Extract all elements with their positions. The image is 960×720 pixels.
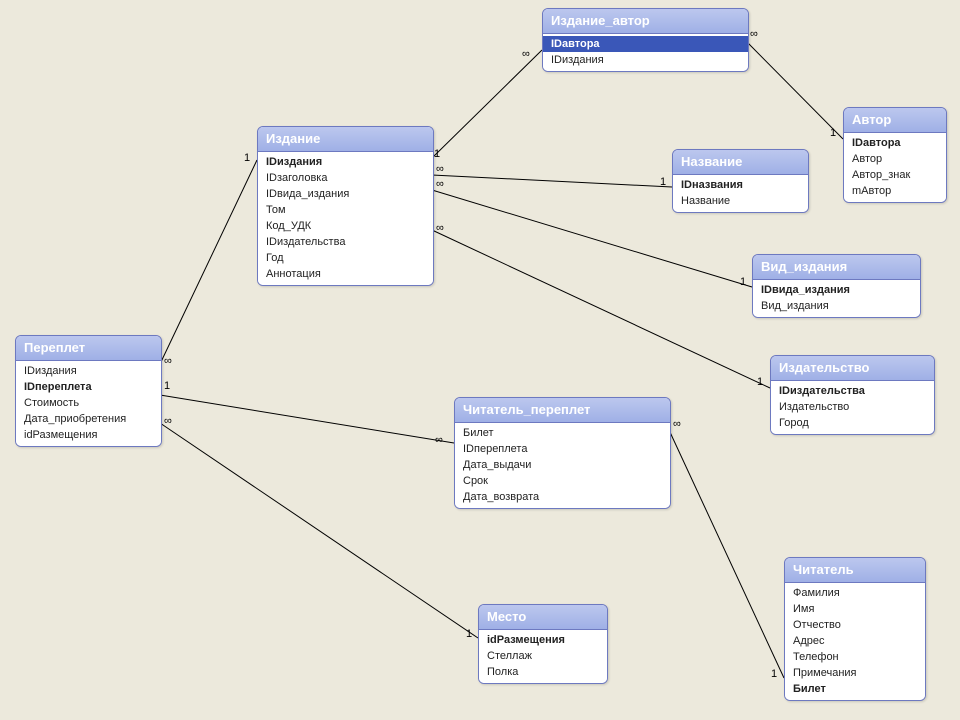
field[interactable]: IDавтора xyxy=(844,135,946,151)
field[interactable]: IDпереплета xyxy=(16,379,161,395)
field[interactable]: Билет xyxy=(455,425,670,441)
table-izdanie[interactable]: ИзданиеIDизданияIDзаголовкаIDвида_издани… xyxy=(257,126,434,286)
table-header[interactable]: Место xyxy=(479,605,607,630)
table-body: IDизданияIDпереплетаСтоимостьДата_приобр… xyxy=(16,361,161,446)
table-izdanie_avtor[interactable]: Издание_авторIDавтораIDиздания xyxy=(542,8,749,72)
cardinality-label: ∞ xyxy=(436,178,444,190)
table-chitatel[interactable]: ЧитательФамилияИмяОтчествоАдресТелефонПр… xyxy=(784,557,926,701)
table-body: ФамилияИмяОтчествоАдресТелефонПримечания… xyxy=(785,583,925,700)
table-header[interactable]: Название xyxy=(673,150,808,175)
cardinality-label: 1 xyxy=(740,276,746,288)
field[interactable]: Адрес xyxy=(785,633,925,649)
field[interactable]: IDиздания xyxy=(16,363,161,379)
field[interactable]: IDиздательства xyxy=(258,234,433,250)
field[interactable]: Город xyxy=(771,415,934,431)
field[interactable]: Год xyxy=(258,250,433,266)
cardinality-label: ∞ xyxy=(673,418,681,430)
table-header[interactable]: Переплет xyxy=(16,336,161,361)
field[interactable]: Телефон xyxy=(785,649,925,665)
field[interactable]: Аннотация xyxy=(258,266,433,282)
field[interactable]: Стоимость xyxy=(16,395,161,411)
table-vid_izdania[interactable]: Вид_изданияIDвида_изданияВид_издания xyxy=(752,254,921,318)
cardinality-label: 1 xyxy=(771,668,777,680)
field[interactable]: IDвида_издания xyxy=(753,282,920,298)
field[interactable]: Билет xyxy=(785,681,925,697)
table-izdatelstvo[interactable]: ИздательствоIDиздательстваИздательствоГо… xyxy=(770,355,935,435)
field[interactable]: mАвтор xyxy=(844,183,946,199)
field[interactable]: Автор_знак xyxy=(844,167,946,183)
field[interactable]: idРазмещения xyxy=(479,632,607,648)
cardinality-label: ∞ xyxy=(435,434,443,446)
cardinality-label: 1 xyxy=(434,148,440,160)
cardinality-label: ∞ xyxy=(750,28,758,40)
cardinality-label: ∞ xyxy=(522,48,530,60)
cardinality-label: ∞ xyxy=(164,355,172,367)
table-body: БилетIDпереплетаДата_выдачиСрокДата_возв… xyxy=(455,423,670,508)
cardinality-label: 1 xyxy=(164,380,170,392)
table-header[interactable]: Издание xyxy=(258,127,433,152)
table-body: IDавтораIDиздания xyxy=(543,34,748,71)
table-body: IDавтораАвторАвтор_знакmАвтор xyxy=(844,133,946,202)
cardinality-label: ∞ xyxy=(436,163,444,175)
field[interactable]: Имя xyxy=(785,601,925,617)
field[interactable]: Дата_возврата xyxy=(455,489,670,505)
cardinality-label: 1 xyxy=(830,127,836,139)
field[interactable]: Дата_приобретения xyxy=(16,411,161,427)
field[interactable]: Дата_выдачи xyxy=(455,457,670,473)
field[interactable]: Фамилия xyxy=(785,585,925,601)
field[interactable]: Отчество xyxy=(785,617,925,633)
field[interactable]: Код_УДК xyxy=(258,218,433,234)
cardinality-label: 1 xyxy=(466,628,472,640)
table-nazvanie[interactable]: НазваниеIDназванияНазвание xyxy=(672,149,809,213)
cardinality-label: 1 xyxy=(757,376,763,388)
table-header[interactable]: Издательство xyxy=(771,356,934,381)
cardinality-label: ∞ xyxy=(164,415,172,427)
er-diagram-canvas[interactable]: 1∞1∞∞1∞1∞1∞11∞∞1∞1ПереплетIDизданияIDпер… xyxy=(0,0,960,720)
field[interactable]: IDвида_издания xyxy=(258,186,433,202)
field[interactable]: Автор xyxy=(844,151,946,167)
table-avtor[interactable]: АвторIDавтораАвторАвтор_знакmАвтор xyxy=(843,107,947,203)
field[interactable]: IDназвания xyxy=(673,177,808,193)
table-header[interactable]: Вид_издания xyxy=(753,255,920,280)
table-chitatel_pereplet[interactable]: Читатель_переплетБилетIDпереплетаДата_вы… xyxy=(454,397,671,509)
field[interactable]: IDиздательства xyxy=(771,383,934,399)
field[interactable]: Полка xyxy=(479,664,607,680)
field[interactable]: IDзаголовка xyxy=(258,170,433,186)
field[interactable]: IDиздания xyxy=(543,52,748,68)
table-header[interactable]: Издание_автор xyxy=(543,9,748,34)
field[interactable]: IDиздания xyxy=(258,154,433,170)
field[interactable]: Издательство xyxy=(771,399,934,415)
field[interactable]: Вид_издания xyxy=(753,298,920,314)
field[interactable]: IDавтора xyxy=(543,36,748,52)
table-header[interactable]: Автор xyxy=(844,108,946,133)
field[interactable]: Название xyxy=(673,193,808,209)
field[interactable]: IDпереплета xyxy=(455,441,670,457)
cardinality-label: ∞ xyxy=(436,222,444,234)
table-body: IDназванияНазвание xyxy=(673,175,808,212)
cardinality-label: 1 xyxy=(244,152,250,164)
table-body: IDизданияIDзаголовкаIDвида_изданияТомКод… xyxy=(258,152,433,285)
field[interactable]: Срок xyxy=(455,473,670,489)
field[interactable]: idРазмещения xyxy=(16,427,161,443)
table-body: IDиздательстваИздательствоГород xyxy=(771,381,934,434)
table-body: idРазмещенияСтеллажПолка xyxy=(479,630,607,683)
table-body: IDвида_изданияВид_издания xyxy=(753,280,920,317)
table-header[interactable]: Читатель xyxy=(785,558,925,583)
field[interactable]: Стеллаж xyxy=(479,648,607,664)
table-mesto[interactable]: МестоidРазмещенияСтеллажПолка xyxy=(478,604,608,684)
cardinality-label: 1 xyxy=(660,176,666,188)
field[interactable]: Примечания xyxy=(785,665,925,681)
table-pereplet[interactable]: ПереплетIDизданияIDпереплетаСтоимостьДат… xyxy=(15,335,162,447)
table-header[interactable]: Читатель_переплет xyxy=(455,398,670,423)
field[interactable]: Том xyxy=(258,202,433,218)
